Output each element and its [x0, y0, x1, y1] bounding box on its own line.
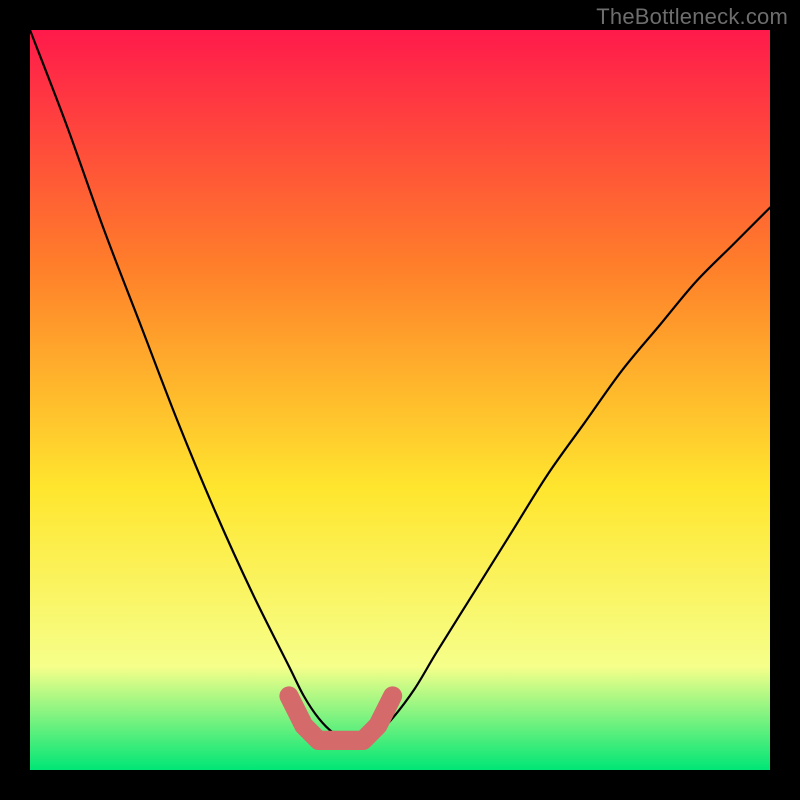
plot-area	[30, 30, 770, 770]
chart-svg	[30, 30, 770, 770]
watermark-text: TheBottleneck.com	[596, 4, 788, 30]
gradient-background	[30, 30, 770, 770]
chart-frame: TheBottleneck.com	[0, 0, 800, 800]
